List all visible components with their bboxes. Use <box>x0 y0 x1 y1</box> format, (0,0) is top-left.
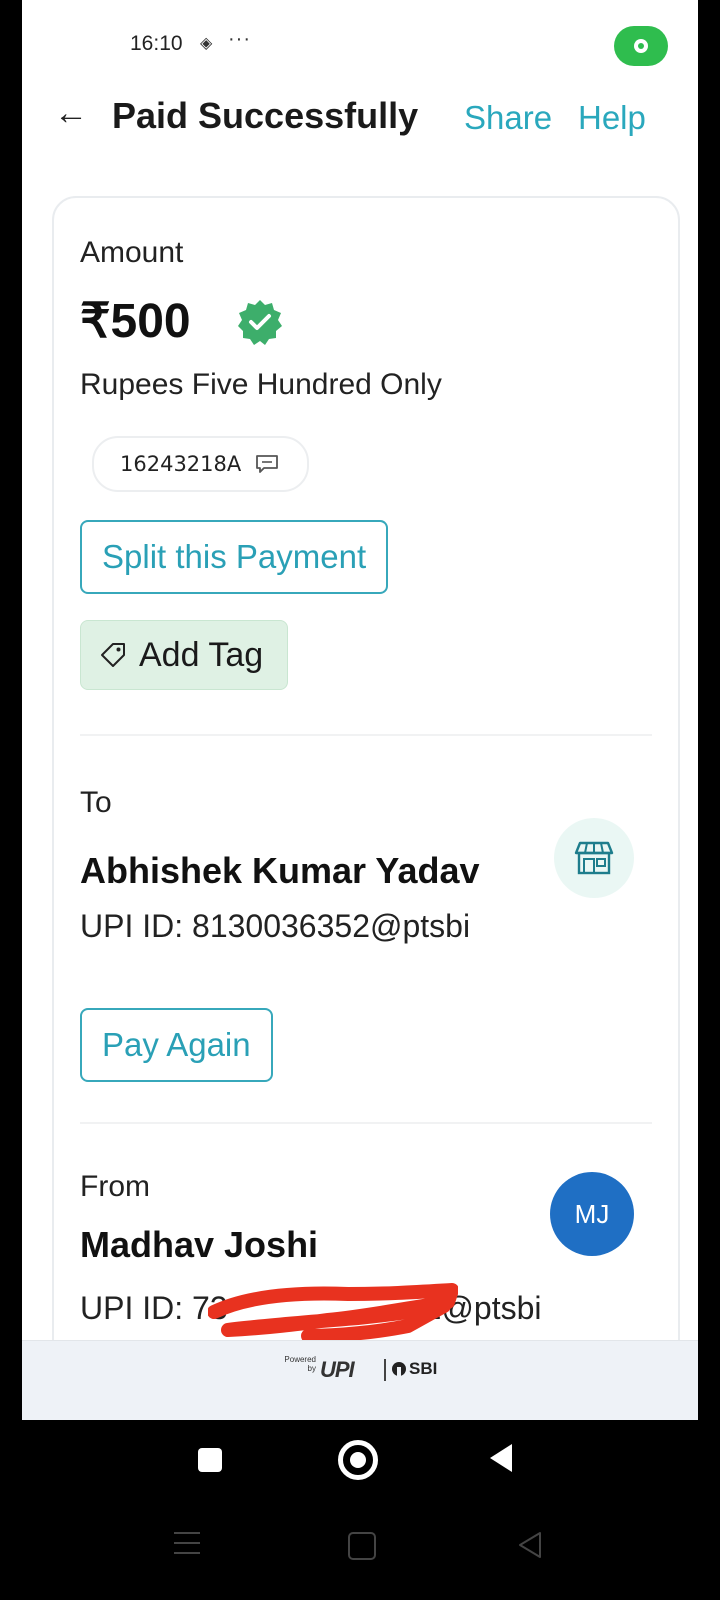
back-icon[interactable] <box>490 1444 512 1472</box>
divider <box>80 734 652 736</box>
pay-again-label: Pay Again <box>102 1026 251 1063</box>
tag-icon <box>101 643 125 667</box>
split-payment-button[interactable]: Split this Payment <box>80 520 389 594</box>
payer-name: Madhav Joshi <box>80 1224 319 1265</box>
arrow-left-icon[interactable]: ← <box>54 96 88 130</box>
transaction-note: 16243218A <box>120 452 242 476</box>
share-button[interactable]: Share <box>464 100 552 136</box>
payment-details-card: Amount ₹500 Rupees Five Hundred Only 162… <box>52 196 680 1420</box>
overview-icon[interactable] <box>348 1532 376 1560</box>
to-label: To <box>80 786 112 819</box>
message-icon <box>256 455 279 473</box>
pay-again-button[interactable]: Pay Again <box>80 1008 273 1082</box>
bank-name: SBI <box>409 1359 438 1378</box>
split-payment-label: Split this Payment <box>102 538 367 575</box>
layers-icon: ◈ <box>200 35 213 52</box>
add-tag-label: Add Tag <box>139 635 264 674</box>
from-label: From <box>80 1170 150 1203</box>
divider <box>384 1359 386 1381</box>
redaction-scribble <box>208 1283 458 1340</box>
avatar-initials: MJ <box>574 1198 610 1229</box>
divider <box>80 1122 652 1124</box>
payer-upi-prefix: UPI ID: 73 <box>80 1290 228 1326</box>
amount-in-words: Rupees Five Hundred Only <box>80 368 442 401</box>
app-screen: 16:10 ◈ ··· ← Paid Successfully Share He… <box>22 0 698 1420</box>
upi-logo: UPI <box>320 1357 355 1382</box>
home-icon[interactable] <box>338 1440 378 1480</box>
top-header: ← Paid Successfully Share Help <box>22 92 698 142</box>
status-bar: 16:10 ◈ ··· <box>22 26 698 66</box>
menu-icon[interactable] <box>174 1532 200 1554</box>
payee-upi-id: UPI ID: 8130036352@ptsbi <box>80 908 471 944</box>
status-time: 16:10 <box>130 32 183 55</box>
transaction-note-chip[interactable]: 16243218A <box>92 436 310 492</box>
powered-by-text: Powered by <box>284 1355 316 1373</box>
store-icon <box>574 841 614 875</box>
add-tag-button[interactable]: Add Tag <box>80 620 288 690</box>
powered-by-footer: Powered by UPI SBI <box>22 1340 698 1420</box>
back-triangle-icon[interactable] <box>516 1530 544 1560</box>
avatar: MJ <box>550 1172 634 1256</box>
store-icon-circle <box>554 818 634 898</box>
verified-badge-icon <box>238 300 282 345</box>
recent-apps-icon[interactable] <box>198 1448 222 1472</box>
sbi-logo: SBI <box>392 1359 437 1379</box>
amount-value: ₹500 <box>80 295 191 348</box>
location-pill-icon[interactable] <box>614 26 668 66</box>
amount-label: Amount <box>80 236 184 269</box>
help-button[interactable]: Help <box>578 100 646 136</box>
page-title: Paid Successfully <box>112 95 419 136</box>
sbi-mark-icon <box>392 1362 406 1376</box>
system-navigation-bar <box>0 1420 720 1600</box>
payee-name: Abhishek Kumar Yadav <box>80 850 480 891</box>
more-dots-icon: ··· <box>228 28 251 50</box>
